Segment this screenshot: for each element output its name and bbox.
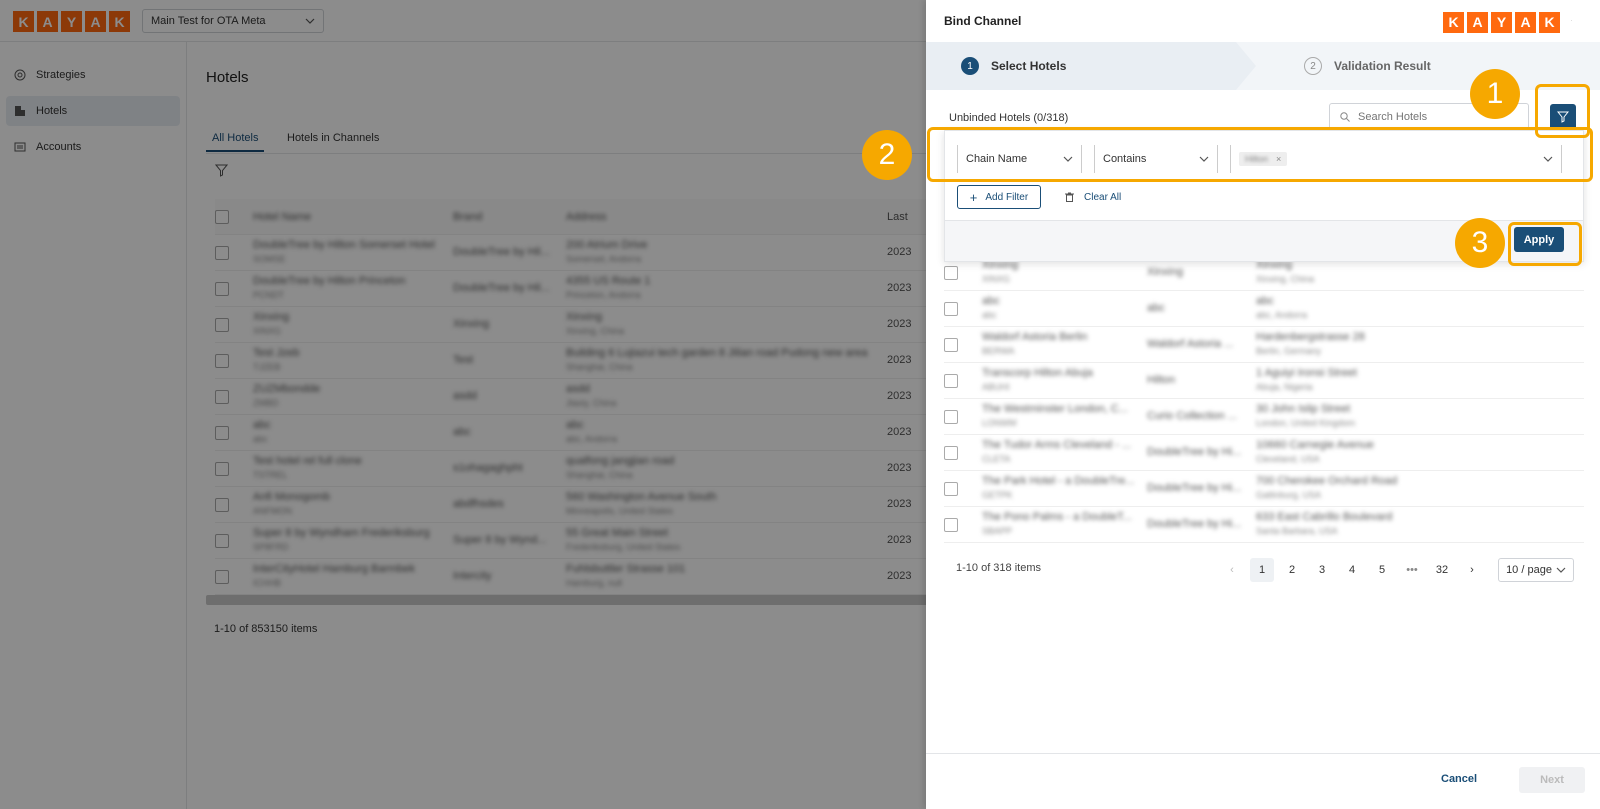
- hotel-id: XINXG: [982, 274, 1011, 284]
- hotel-address-city: Xinxing, China: [1256, 274, 1315, 284]
- page-32[interactable]: 32: [1430, 558, 1454, 582]
- page-4[interactable]: 4: [1340, 558, 1364, 582]
- hotel-name: Waldorf Astoria Berlin: [982, 331, 1088, 343]
- hotel-address: 1 Aguiyi Ironsi Street: [1256, 367, 1357, 379]
- plus-icon: +: [969, 189, 978, 205]
- row-checkbox[interactable]: [944, 518, 958, 532]
- hotel-name: abc: [982, 295, 1000, 307]
- row-checkbox[interactable]: [944, 302, 958, 316]
- logo-letter: K: [1539, 11, 1560, 33]
- hotel-name: Transcorp Hilton Abuja: [982, 367, 1093, 379]
- logo-letter: Y: [1491, 11, 1512, 33]
- list-item[interactable]: The Westminster London, C... LONWM Curio C…: [944, 399, 1584, 435]
- row-checkbox[interactable]: [944, 338, 958, 352]
- page-ellipsis[interactable]: •••: [1400, 558, 1424, 582]
- hotel-id: abc: [982, 310, 997, 320]
- hotel-id: SBAPP: [982, 526, 1013, 536]
- list-item[interactable]: The Tudor Arms Cleveland - ... CLETA Doubl…: [944, 435, 1584, 471]
- hotel-address-city: Cleveland, USA: [1256, 454, 1320, 464]
- row-checkbox[interactable]: [944, 374, 958, 388]
- hotel-name: The Tudor Arms Cleveland - ...: [982, 439, 1132, 451]
- list-item[interactable]: Waldorf Astoria Berlin BERWA Waldorf Astor…: [944, 327, 1584, 363]
- step-number: 1: [961, 57, 979, 75]
- drawer-title: Bind Channel: [944, 14, 1022, 28]
- brand-switcher[interactable]: K A Y A K: [1439, 9, 1572, 35]
- add-filter-label: Add Filter: [985, 191, 1029, 203]
- chevron-down-icon: [1556, 567, 1566, 573]
- list-item[interactable]: abc abc abc abc abc, Andorra: [944, 291, 1584, 327]
- unbinded-hotels-title: Unbinded Hotels (0/318): [949, 112, 1069, 124]
- list-item[interactable]: The Park Hotel - a DoubleTre... GETPK Doub…: [944, 471, 1584, 507]
- next-button[interactable]: Next: [1519, 767, 1585, 793]
- next-page-button[interactable]: ›: [1460, 558, 1484, 582]
- hotel-chain: DoubleTree by Hi...: [1147, 482, 1242, 494]
- page-1[interactable]: 1: [1250, 558, 1274, 582]
- list-item[interactable]: Transcorp Hilton Abuja ABUHI Hilton 1 Aguiy…: [944, 363, 1584, 399]
- hotel-address: 700 Cherokee Orchard Road: [1256, 475, 1398, 487]
- hotel-id: BERWA: [982, 346, 1015, 356]
- hotel-chain: Curio Collection ...: [1147, 410, 1237, 422]
- logo-letter: A: [1515, 11, 1536, 33]
- pagination-summary: 1-10 of 318 items: [956, 562, 1041, 574]
- add-filter-button[interactable]: + Add Filter: [957, 185, 1041, 209]
- hotel-chain: abc: [1147, 302, 1165, 314]
- hotel-name: The Westminster London, C...: [982, 403, 1128, 415]
- hotel-chain: Waldorf Astoria ...: [1147, 338, 1234, 350]
- hotel-address: Hardenbergstrasse 28: [1256, 331, 1365, 343]
- callout-highlight-filter-row: [927, 127, 1593, 182]
- page-size-value: 10 / page: [1506, 564, 1552, 576]
- step-select-hotels[interactable]: 1 Select Hotels: [961, 57, 1066, 75]
- step-label: Select Hotels: [991, 59, 1067, 73]
- hotel-address-city: Abuja, Nigeria: [1256, 382, 1313, 392]
- callout-badge-3: 3: [1455, 218, 1505, 268]
- hotel-chain: DoubleTree by Hi...: [1147, 518, 1242, 530]
- search-icon: [1340, 111, 1350, 122]
- kayak-logo: K A Y A K: [1443, 11, 1560, 33]
- hotel-address: 633 East Cabrillo Boulevard: [1256, 511, 1393, 523]
- cancel-button[interactable]: Cancel: [1441, 773, 1477, 785]
- logo-letter: K: [1443, 11, 1464, 33]
- callout-badge-2: 2: [862, 130, 912, 180]
- row-checkbox[interactable]: [944, 446, 958, 460]
- prev-page-button[interactable]: ‹: [1220, 558, 1244, 582]
- hotel-name: The Park Hotel - a DoubleTre...: [982, 475, 1135, 487]
- hotel-id: LONWM: [982, 418, 1017, 428]
- hotel-chain: DoubleTree by Hi...: [1147, 446, 1242, 458]
- hotel-address-city: Berlin, Germany: [1256, 346, 1322, 356]
- modal-overlay[interactable]: [0, 0, 926, 809]
- page-5[interactable]: 5: [1370, 558, 1394, 582]
- step-label: Validation Result: [1334, 59, 1431, 73]
- hotel-id: ABUHI: [982, 382, 1010, 392]
- hotel-address: 10660 Carnegie Avenue: [1256, 439, 1374, 451]
- page-size-select[interactable]: 10 / page: [1498, 558, 1574, 582]
- page-2[interactable]: 2: [1280, 558, 1304, 582]
- step-validation-result[interactable]: 2 Validation Result: [1304, 57, 1431, 75]
- row-checkbox[interactable]: [944, 482, 958, 496]
- hotel-address-city: Santa Barbara, USA: [1256, 526, 1338, 536]
- list-item[interactable]: The Pono Palms - a DoubleT... SBAPP Double…: [944, 507, 1584, 543]
- footer-divider: [926, 753, 1600, 754]
- hotel-address: abc: [1256, 295, 1274, 307]
- hotel-chain: Hilton: [1147, 374, 1176, 386]
- step-number: 2: [1304, 57, 1322, 75]
- hotel-id: GETPK: [982, 490, 1013, 500]
- hotel-chain: Xinxing: [1147, 266, 1184, 278]
- hotel-id: CLETA: [982, 454, 1011, 464]
- hotel-address-city: abc, Andorra: [1256, 310, 1308, 320]
- clear-all-button[interactable]: Clear All: [1065, 185, 1121, 209]
- row-checkbox[interactable]: [944, 266, 958, 280]
- callout-badge-1: 1: [1470, 69, 1520, 119]
- clear-all-label: Clear All: [1084, 191, 1122, 203]
- row-checkbox[interactable]: [944, 410, 958, 424]
- hotel-address-city: Gatlinburg, USA: [1256, 490, 1322, 500]
- trash-icon: [1065, 192, 1074, 202]
- hotel-address: 30 John Islip Street: [1256, 403, 1351, 415]
- bind-channel-drawer: Bind Channel K A Y A K 1 Select Hotels 2…: [926, 0, 1600, 809]
- logo-letter: A: [1467, 11, 1488, 33]
- chevron-down-icon: [1571, 20, 1572, 21]
- hotel-name: The Pono Palms - a DoubleT...: [982, 511, 1132, 523]
- hotel-address-city: London, United Kingdom: [1256, 418, 1356, 428]
- callout-highlight-apply-button: [1508, 222, 1582, 266]
- page-3[interactable]: 3: [1310, 558, 1334, 582]
